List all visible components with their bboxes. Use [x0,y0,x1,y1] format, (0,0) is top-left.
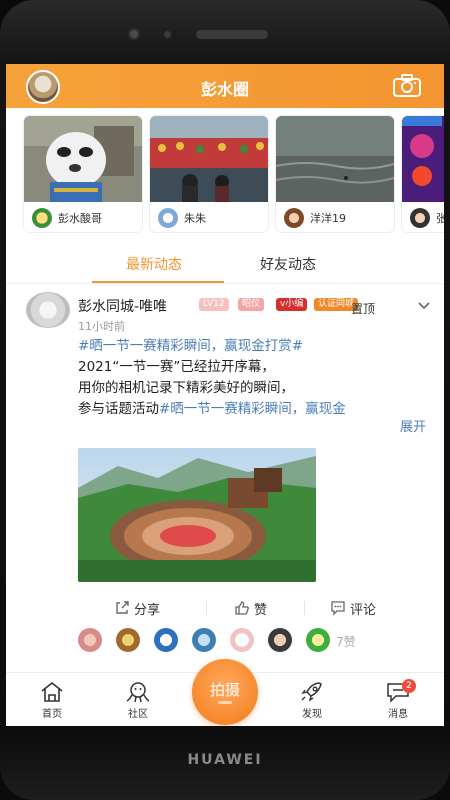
active-tab-indicator [92,281,224,283]
story-image [276,116,394,202]
liker-avatar[interactable] [154,628,178,652]
story-name: 张 [436,212,444,225]
liker-avatar[interactable] [268,628,292,652]
nav-messages-label: 消息 [388,709,408,720]
post-line: 2021“一节一赛”已经拉开序幕， [78,359,275,375]
sensor [164,31,171,38]
device-brand: HUAWEI [187,752,263,768]
front-camera [128,28,140,40]
story-avatar [158,208,178,228]
share-label: 分享 [134,603,161,618]
story-avatar [284,208,304,228]
bottom-nav: 首页 社区 拍摄 发现 消息 2 [6,659,444,726]
story-footer: 洋洋19 [276,202,394,232]
liker-avatar[interactable] [116,628,140,652]
story-footer: 彭水酸哥 [24,202,142,232]
story-name: 洋洋19 [310,212,346,225]
action-divider [206,601,207,615]
app-screen: 彭水圈 彭水酸哥 朱朱 洋洋19 张 最新动态 好友动态 彭水同城-唯唯 LV1… [6,64,444,726]
post-line: 参与话题活动#晒一节一赛精彩瞬间，赢现金 [78,399,428,420]
nav-discover-label: 发现 [302,709,322,720]
nav-messages[interactable]: 消息 2 [368,679,428,720]
camera-icon[interactable] [392,74,422,98]
app-header: 彭水圈 [6,64,444,108]
post-hashtag[interactable]: #晒一节一赛精彩瞬间，赢现金打赏# [78,336,428,357]
author-name[interactable]: 彭水同城-唯唯 [78,296,167,316]
post-line-text: 参与话题活动 [78,401,159,417]
tab-friends[interactable]: 好友动态 [260,254,316,274]
nav-community[interactable]: 社区 [108,681,168,720]
post-line: 用你的相机记录下精彩美好的瞬间， [78,380,294,396]
pinned-label: 置顶 [351,302,376,316]
phone-frame: 彭水圈 彭水酸哥 朱朱 洋洋19 张 最新动态 好友动态 彭水同城-唯唯 LV1… [0,0,450,800]
story-name: 彭水酸哥 [58,212,102,225]
post-image[interactable] [78,448,316,582]
nav-home-label: 首页 [42,709,62,720]
tab-latest[interactable]: 最新动态 [126,254,182,274]
nav-discover[interactable]: 发现 [282,681,342,720]
feed-post: 彭水同城-唯唯 LV12 昭仪 v小编 认证同城 置顶 11小时前 #晒一节一赛… [6,286,444,666]
post-text: #晒一节一赛精彩瞬间，赢现金打赏# 2021“一节一赛”已经拉开序幕， 用你的相… [78,336,428,420]
chevron-down-icon[interactable] [418,300,430,312]
expand-link[interactable]: 展开 [400,416,426,435]
story-footer: 张 [402,202,444,232]
liker-avatar[interactable] [192,628,216,652]
story-card[interactable]: 彭水酸哥 [24,116,142,232]
story-card[interactable]: 朱朱 [150,116,268,232]
liker-avatar[interactable] [306,628,330,652]
story-image [150,116,268,202]
rocket-icon [301,682,322,702]
capture-button[interactable]: 拍摄 [192,659,258,725]
story-avatar [410,208,430,228]
like-count[interactable]: 7赞 [336,633,356,650]
capture-label: 拍摄 [209,681,240,699]
level-badge: LV12 [199,298,229,311]
liker-avatar[interactable] [78,628,102,652]
top-bezel [0,0,450,64]
story-footer: 朱朱 [150,202,268,232]
editor-badge: v小编 [276,298,308,311]
capture-dots [218,701,232,704]
story-avatar [32,208,52,228]
home-icon [41,681,63,702]
story-image [24,116,142,202]
story-card[interactable]: 洋洋19 [276,116,394,232]
stories-strip: 彭水酸哥 朱朱 洋洋19 张 [6,116,444,234]
nav-community-label: 社区 [128,709,148,720]
author-avatar[interactable] [26,292,70,328]
liker-avatar[interactable] [230,628,254,652]
feed-tabs: 最新动态 好友动态 [6,244,444,284]
thumbs-up-icon [235,601,249,615]
share-icon [116,601,129,614]
community-icon [126,682,150,703]
earpiece-speaker [196,30,268,39]
post-inline-hashtag[interactable]: #晒一节一赛精彩瞬间，赢现金 [159,401,346,417]
title-badge: 昭仪 [238,298,265,311]
action-divider [304,601,305,615]
post-time: 11小时前 [78,320,125,333]
message-count-badge: 2 [402,679,416,693]
page-title: 彭水圈 [200,80,249,99]
story-card[interactable]: 张 [402,116,444,232]
comment-icon [331,601,345,616]
story-image [402,116,444,202]
comment-label: 评论 [350,603,377,618]
story-name: 朱朱 [184,212,206,225]
like-label: 赞 [254,603,268,618]
post-actions: 分享 赞 评论 [78,598,428,618]
nav-home[interactable]: 首页 [22,681,82,720]
liker-avatars: 7赞 [78,628,428,654]
